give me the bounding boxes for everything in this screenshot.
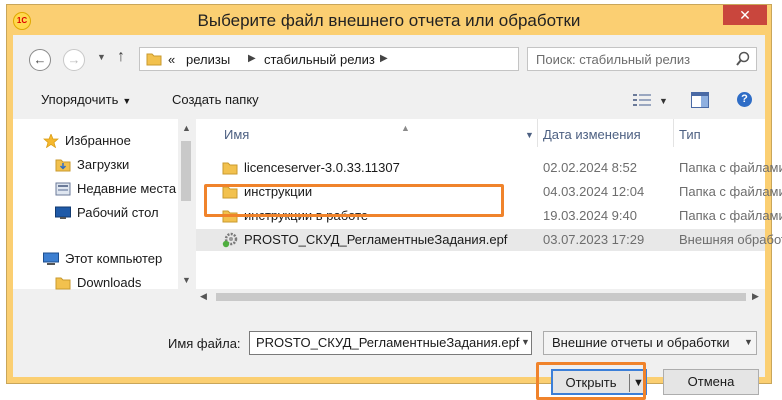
column-header-label: Имя <box>224 127 250 142</box>
file-type: Папка с файлами <box>679 184 782 199</box>
sort-ascending-icon: ▲ <box>401 123 410 133</box>
up-folder-button[interactable]: ↑ <box>117 48 125 66</box>
new-folder-button[interactable]: Создать папку <box>172 92 259 107</box>
folder-icon <box>146 53 162 66</box>
scroll-right-icon[interactable]: ▶ <box>752 291 759 302</box>
recent-locations-dropdown[interactable]: ▼ <box>97 52 106 62</box>
file-type-filter-select[interactable]: Внешние отчеты и обработки <box>543 331 757 355</box>
file-date: 19.03.2024 9:40 <box>543 208 637 223</box>
nav-item-label: Downloads <box>77 275 142 290</box>
filename-input[interactable]: PROSTO_СКУД_РегламентныеЗадания.epf <box>249 331 532 355</box>
title-bar[interactable]: 1С Выберите файл внешнего отчета или обр… <box>7 5 771 35</box>
folder-icon <box>55 277 71 290</box>
nav-item-label: Загрузки <box>77 157 130 172</box>
organize-label: Упорядочить <box>41 92 119 107</box>
file-date: 02.02.2024 8:52 <box>543 160 637 175</box>
back-arrow-icon: ← <box>33 52 47 67</box>
computer-icon <box>43 252 59 265</box>
star-icon <box>43 134 59 148</box>
annotation-highlight-open-button <box>536 362 646 400</box>
file-type: Папка с файлами <box>679 160 782 175</box>
filename-history-dropdown-icon[interactable]: ▼ <box>521 337 530 347</box>
search-placeholder: Поиск: стабильный релиз <box>536 52 691 67</box>
column-dropdown-icon[interactable]: ▼ <box>525 130 534 140</box>
file-list-horizontal-scrollbar[interactable]: ◀ ▶ <box>196 289 765 305</box>
close-button[interactable]: ✕ <box>723 5 767 25</box>
search-icon[interactable] <box>736 51 750 67</box>
file-type: Папка с файлами <box>679 208 782 223</box>
scroll-left-icon[interactable]: ◀ <box>200 291 207 302</box>
scroll-up-icon[interactable]: ▲ <box>182 123 191 133</box>
address-segment-stable-release[interactable]: стабильный релиз <box>264 52 375 67</box>
view-options-icon[interactable] <box>633 93 651 107</box>
preview-pane-icon[interactable] <box>691 92 709 108</box>
epf-file-icon <box>222 232 238 248</box>
file-row-selected[interactable]: PROSTO_СКУД_РегламентныеЗадания.epf 03.0… <box>196 229 782 251</box>
recent-places-icon <box>55 182 71 196</box>
column-header-date[interactable]: Дата изменения <box>543 127 641 155</box>
cancel-button[interactable]: Отмена <box>663 369 759 395</box>
nav-pane-scrollbar[interactable]: ▲ ▼ <box>178 119 194 289</box>
folder-icon <box>222 162 238 175</box>
window-title: Выберите файл внешнего отчета или обрабо… <box>197 11 581 30</box>
navigation-pane: Избранное Загрузки Недавние места Рабочи… <box>13 119 194 290</box>
nav-item-label: Избранное <box>65 133 131 148</box>
column-header-name[interactable]: Имя ▲ <box>224 123 410 155</box>
address-overflow[interactable]: « <box>168 52 175 67</box>
annotation-highlight-file <box>204 184 504 217</box>
column-header-type[interactable]: Тип <box>679 127 701 155</box>
desktop-icon <box>55 206 71 219</box>
nav-item-label: Недавние места <box>77 181 177 196</box>
address-bar[interactable]: « релизы ▶ стабильный релиз ▶ <box>139 47 519 71</box>
view-dropdown-icon[interactable]: ▼ <box>659 96 668 106</box>
address-segment-releases[interactable]: релизы <box>186 52 230 67</box>
scroll-down-icon[interactable]: ▼ <box>182 275 191 285</box>
column-divider[interactable] <box>537 119 538 147</box>
file-name: PROSTO_СКУД_РегламентныеЗадания.epf <box>244 232 508 247</box>
forward-button[interactable]: → <box>63 49 85 71</box>
scrollbar-thumb[interactable] <box>181 141 191 201</box>
chevron-down-icon: ▼ <box>122 96 132 106</box>
address-separator-icon[interactable]: ▶ <box>380 53 388 64</box>
nav-item-label: Рабочий стол <box>77 205 159 220</box>
up-arrow-icon: ↑ <box>117 48 125 65</box>
search-box[interactable]: Поиск: стабильный релиз <box>527 47 757 71</box>
organize-button[interactable]: Упорядочить ▼ <box>41 92 131 107</box>
command-bar: Упорядочить ▼ Создать папку ▼ ? <box>13 85 765 115</box>
file-name: licenceserver-3.0.33.11307 <box>244 160 400 175</box>
filename-label: Имя файла: <box>168 336 241 351</box>
forward-arrow-icon: → <box>67 52 81 67</box>
address-separator-icon[interactable]: ▶ <box>248 53 256 64</box>
file-type: Внешняя обработка <box>679 232 782 247</box>
column-divider[interactable] <box>673 119 674 147</box>
scrollbar-thumb[interactable] <box>216 293 746 301</box>
downloads-folder-icon <box>55 159 71 172</box>
file-row[interactable]: licenceserver-3.0.33.11307 02.02.2024 8:… <box>196 157 782 179</box>
file-date: 04.03.2024 12:04 <box>543 184 645 199</box>
back-button[interactable]: ← <box>29 49 51 71</box>
chevron-down-icon[interactable]: ▼ <box>744 337 753 347</box>
file-date: 03.07.2023 17:29 <box>543 232 645 247</box>
nav-item-label: Этот компьютер <box>65 251 163 266</box>
help-icon[interactable]: ? <box>737 92 752 107</box>
